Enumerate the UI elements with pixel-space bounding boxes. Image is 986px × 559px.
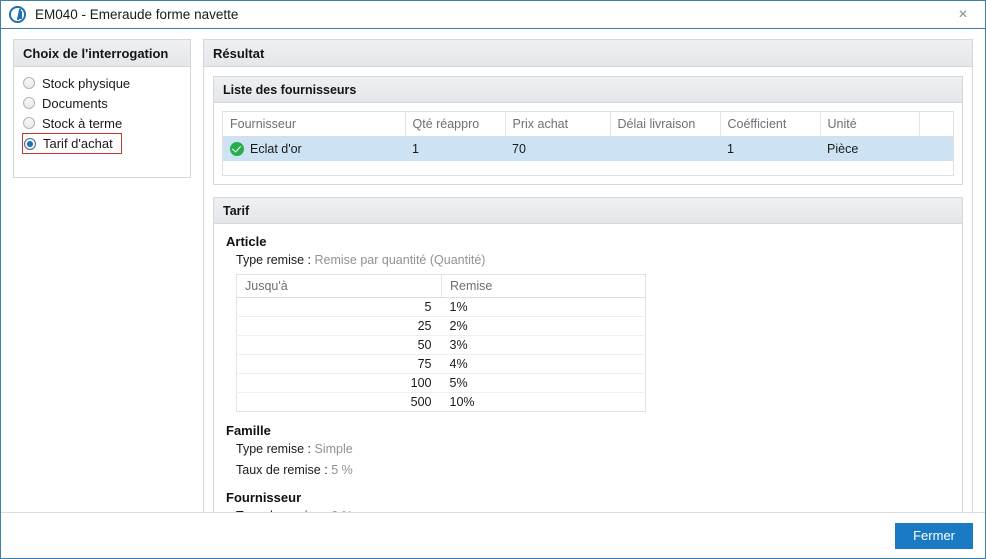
suppliers-table: Fournisseur Qté réappro Prix achat Délai… [223,112,953,161]
fournisseur-section-title: Fournisseur [226,490,302,505]
article-type-remise-label: Type remise : [236,253,312,267]
sidebar-item-label: Documents [42,95,108,111]
table-row[interactable]: 50 3% [236,335,646,355]
suppliers-panel: Liste des fournisseurs Fournisseur Qté r… [213,76,963,185]
cell-fournisseur-text: Eclat d'or [250,142,302,156]
sidebar-item-documents[interactable]: Documents [14,93,190,113]
column-header-prix-achat[interactable]: Prix achat [505,112,611,137]
column-header-remise[interactable]: Remise [441,274,646,298]
suppliers-grid-wrapper: Fournisseur Qté réappro Prix achat Délai… [222,111,954,176]
famille-type-remise-value: Simple [314,442,353,456]
radio-icon-tarif-dachat[interactable] [24,137,36,150]
article-type-remise: Type remise : Remise par quantité (Quant… [236,252,950,269]
famille-taux-remise: Taux de remise : 5 % [236,462,950,479]
column-header-qte-reappro[interactable]: Qté réappro [405,112,506,137]
cell-jusqua: 500 [410,395,432,409]
famille-type-remise: Type remise : Simple [236,441,950,458]
column-header-coefficient[interactable]: Coéfficient [720,112,821,137]
cell-jusqua: 25 [236,316,442,336]
cell-jusqua: 100 [236,373,442,393]
table-row[interactable]: 100 5% [236,373,646,393]
app-logo-icon [9,6,26,23]
cell-jusqua: 50 [236,335,442,355]
cell-fournisseur: Eclat d'or [223,136,405,161]
column-header-fournisseur[interactable]: Fournisseur [223,112,406,137]
dialog-content: Choix de l'interrogation Stock physique … [1,29,985,554]
dialog-footer: Fermer [1,512,985,558]
interrogation-radio-group: Stock physique Documents Stock à terme T… [14,67,190,160]
check-circle-icon [230,142,244,156]
table-row[interactable]: 500 10% [237,393,646,412]
cell-jusqua: 75 [236,354,442,374]
sidebar-item-stock-physique[interactable]: Stock physique [14,73,190,93]
interrogation-choice-panel: Choix de l'interrogation Stock physique … [13,39,191,178]
radio-icon-stock-physique[interactable] [23,77,35,89]
cell-jusqua: 5 [236,297,442,317]
sidebar-item-label: Tarif d'achat [43,136,113,151]
famille-type-remise-label: Type remise : [236,442,312,456]
famille-taux-remise-label: Taux de remise : [236,463,328,477]
title-bar: EM040 - Emeraude forme navette × [1,1,985,29]
tarif-panel: Tarif Article Type remise : Remise par q… [213,197,963,544]
suppliers-grid-footer [223,161,953,175]
table-row[interactable]: 5 1% [236,297,646,317]
sidebar-header: Choix de l'interrogation [14,40,190,67]
table-row[interactable]: 25 2% [236,316,646,336]
cell-prix-achat: 70 [505,136,610,161]
discount-header-row: Jusqu'à Remise [236,274,646,298]
sidebar-item-stock-a-terme[interactable]: Stock à terme [14,113,190,133]
cell-remise: 2% [441,316,646,336]
window-title: EM040 - Emeraude forme navette [35,7,239,22]
cell-remise: 10% [449,395,475,409]
table-header-row: Fournisseur Qté réappro Prix achat Délai… [223,112,953,137]
cell-remise: 5% [441,373,646,393]
radio-icon-stock-a-terme[interactable] [23,117,35,129]
close-button[interactable]: Fermer [895,522,973,549]
cell-qte-reappro: 1 [405,136,505,161]
article-type-remise-value: Remise par quantité (Quantité) [314,253,486,267]
famille-taux-remise-value: 5 % [331,463,353,477]
radio-icon-documents[interactable] [23,97,35,109]
column-header-jusqua[interactable]: Jusqu'à [236,274,442,298]
table-row[interactable]: Eclat d'or 1 70 1 Pièce [223,136,953,161]
cell-delai-livraison [610,136,720,161]
table-row[interactable]: 75 4% [236,354,646,374]
column-header-unite[interactable]: Unité [820,112,920,137]
tarif-header: Tarif [214,198,962,224]
cell-remise: 1% [441,297,646,317]
sidebar-item-label: Stock à terme [42,115,123,131]
sidebar-item-label: Stock physique [42,75,131,91]
column-header-empty[interactable] [919,112,953,137]
tarif-body: Article Type remise : Remise par quantit… [214,224,962,543]
article-section-title: Article [226,234,267,249]
result-body: Liste des fournisseurs Fournisseur Qté r… [204,67,972,553]
dialog-window: EM040 - Emeraude forme navette × Choix d… [0,0,986,559]
suppliers-body: Fournisseur Qté réappro Prix achat Délai… [214,103,962,184]
famille-section-title: Famille [226,423,271,438]
cell-remise: 4% [441,354,646,374]
sidebar-item-tarif-dachat[interactable]: Tarif d'achat [22,133,122,154]
result-header: Résultat [204,40,972,67]
result-panel: Résultat Liste des fournisseurs Fourniss… [203,39,973,554]
close-icon[interactable]: × [941,1,985,28]
cell-coefficient: 1 [720,136,820,161]
cell-extra [919,136,953,161]
cell-unite: Pièce [820,136,919,161]
column-header-delai-livraison[interactable]: Délai livraison [610,112,721,137]
suppliers-header: Liste des fournisseurs [214,77,962,103]
cell-remise: 3% [441,335,646,355]
discount-table: Jusqu'à Remise 5 1% 25 2% 50 3% 75 4% 10… [236,274,646,412]
